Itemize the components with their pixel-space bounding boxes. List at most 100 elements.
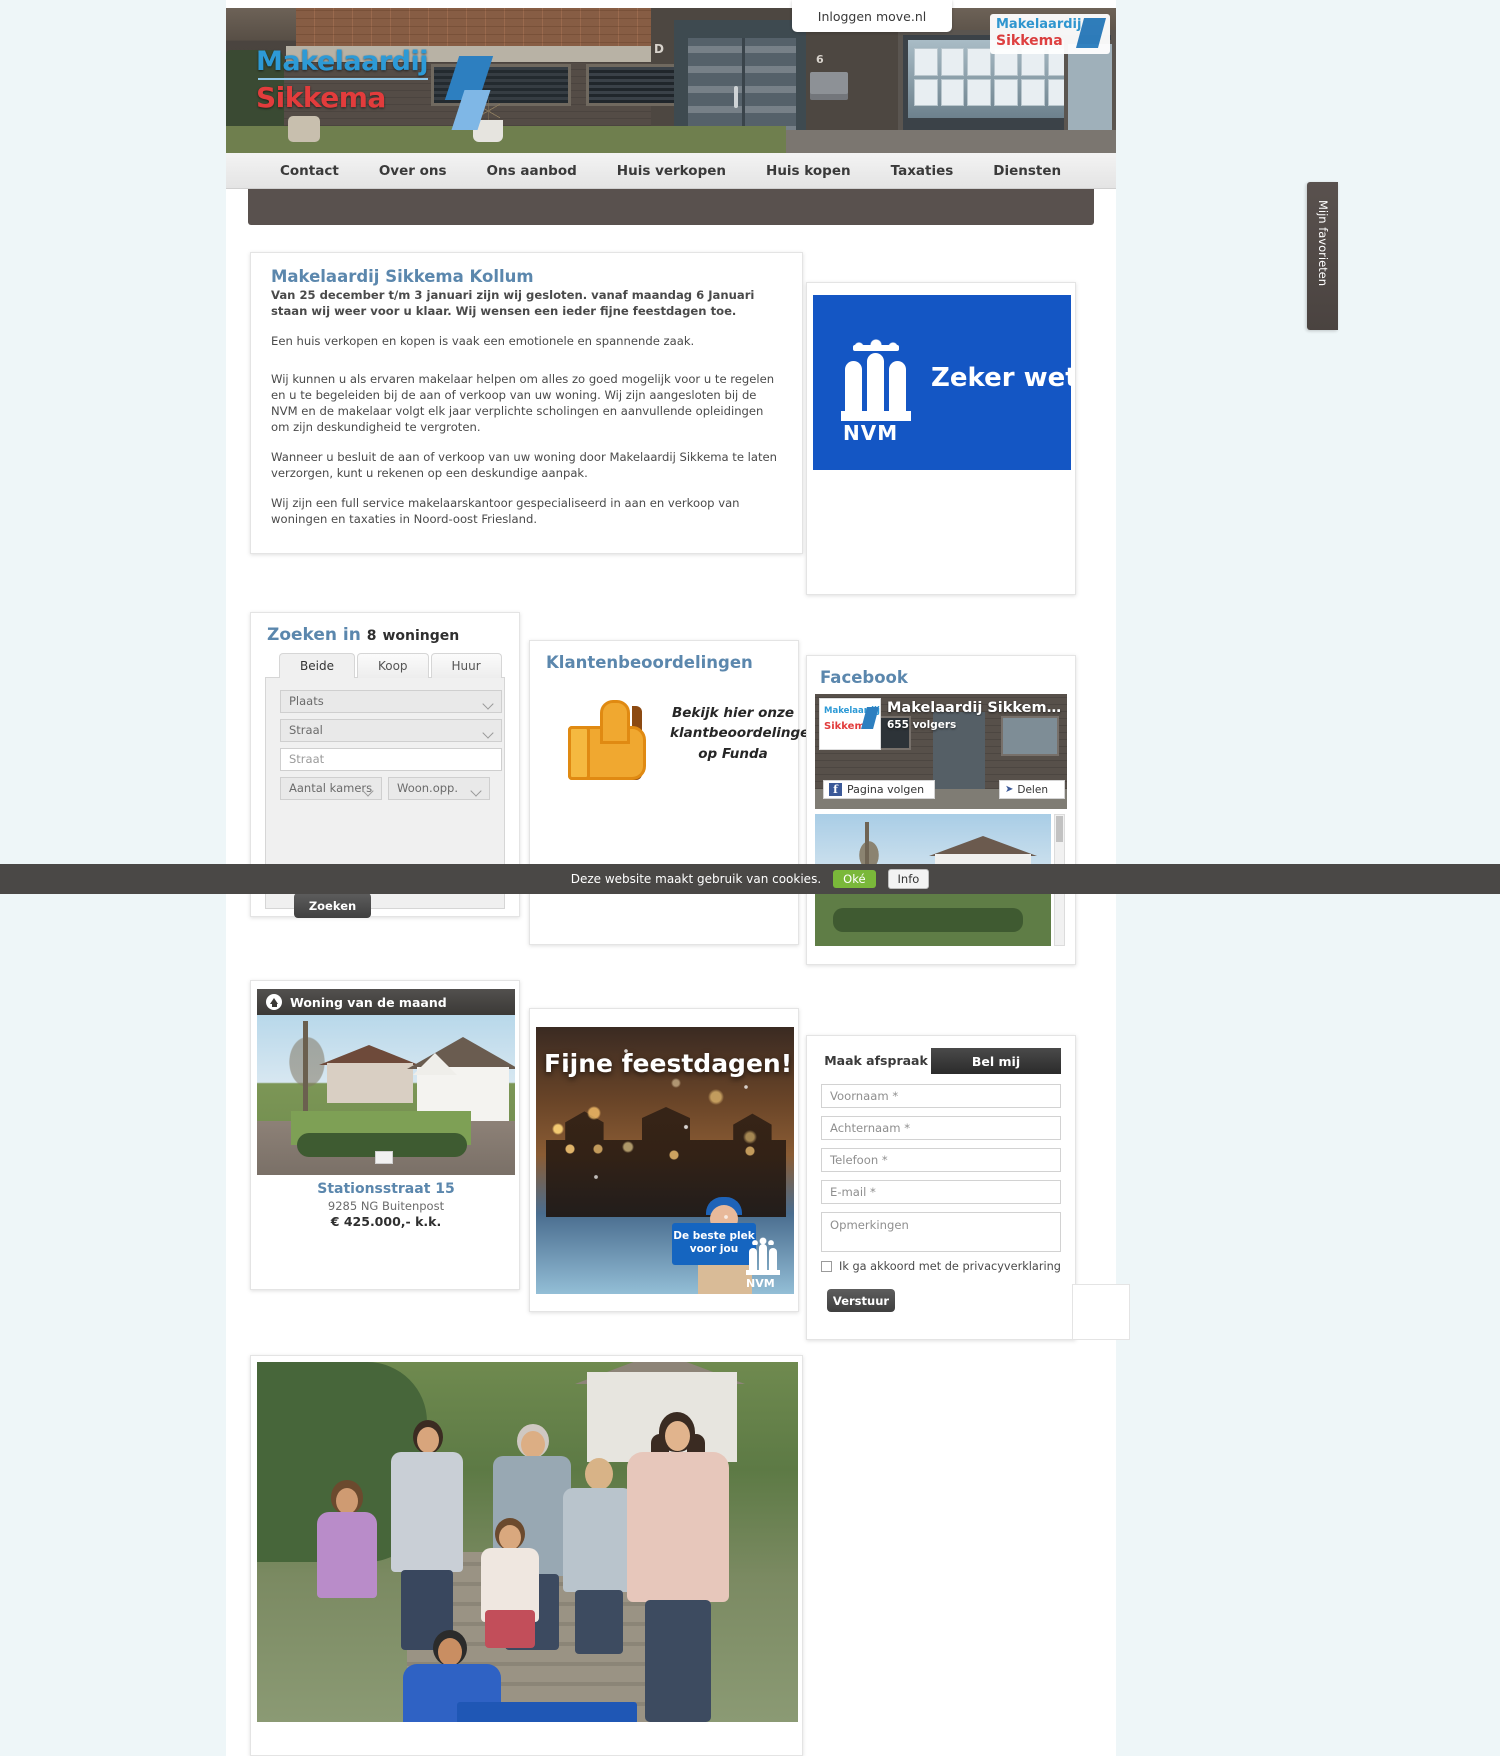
logo-rule (258, 78, 428, 80)
facebook-share-button[interactable]: ➤ Delen (999, 780, 1065, 799)
house-icon (266, 994, 282, 1010)
email-input[interactable]: E-mail * (821, 1180, 1061, 1204)
woonopp-select[interactable]: Woon.opp. (388, 777, 490, 800)
woning-zip-city: 9285 NG Buitenpost (327, 1199, 445, 1213)
facebook-title: Facebook (820, 668, 908, 687)
intro-card: Makelaardij Sikkema Kollum Van 25 decemb… (250, 252, 803, 554)
search-tabs: Beide Koop Huur (279, 653, 505, 678)
facebook-share-label: Delen (1017, 783, 1048, 796)
holiday-notice: Van 25 december t/m 3 januari zijn wij g… (271, 288, 755, 318)
woning-price: € 425.000,- k.k. (330, 1214, 442, 1229)
search-submit-button[interactable]: Zoeken (294, 893, 371, 918)
voornaam-input[interactable]: Voornaam * (821, 1084, 1061, 1108)
person-father (385, 1420, 469, 1650)
family-banner-button[interactable] (457, 1702, 637, 1722)
favorites-label: Mijn favorieten (1316, 199, 1330, 287)
intro-paragraph-2: Wij kunnen u als ervaren makelaar helpen… (271, 371, 775, 434)
privacy-checkbox[interactable] (821, 1261, 832, 1272)
site-logo[interactable]: Makelaardij Sikkema (256, 46, 496, 130)
privacy-consent-row[interactable]: Ik ga akkoord met de privacyverklaring (821, 1260, 1061, 1273)
plaats-select[interactable]: Plaats (280, 690, 502, 713)
reviews-cta-text[interactable]: Bekijk hier onze klantbeoordelingen op F… (670, 703, 819, 764)
nvm-banner[interactable]: NVM Zeker wet (813, 295, 1071, 470)
search-title-prefix: Zoeken in (267, 625, 361, 645)
christmas-banner-image[interactable]: Fijne feestdagen! De beste plek voor jou… (536, 1027, 794, 1294)
woning-card-header: Woning van de maand (257, 989, 515, 1015)
achternaam-input[interactable]: Achternaam * (821, 1116, 1061, 1140)
christmas-banner-card: Fijne feestdagen! De beste plek voor jou… (529, 1008, 799, 1312)
corner-logo-top: Makelaardij (996, 17, 1082, 32)
mailbox (810, 72, 848, 100)
contact-form-card: Maak afspraak Bel mij Voornaam * Achtern… (806, 1035, 1130, 1340)
nav-item-huis-verkopen[interactable]: Huis verkopen (597, 153, 746, 189)
sub-banner-bar (248, 189, 1094, 225)
door-number: 6 (816, 53, 824, 66)
facebook-follow-button[interactable]: f Pagina volgen (823, 780, 935, 799)
site-header-photo: D 6 Makelaardij Sikkema Makelaardij Sikk… (226, 8, 1116, 153)
nvm-claim-text: Zeker wet (931, 363, 1071, 393)
corner-logo-bottom: Sikkema (996, 33, 1063, 49)
nvm-logo-small-icon: NVM (742, 1236, 784, 1290)
nav-item-huis-kopen[interactable]: Huis kopen (746, 153, 871, 189)
favorites-side-tab[interactable]: Mijn favorieten (1307, 182, 1338, 330)
intro-paragraph-1: Een huis verkopen en kopen is vaak een e… (271, 333, 695, 348)
tab-bel-mij[interactable]: Bel mij (931, 1048, 1061, 1074)
aantal-kamers-select[interactable]: Aantal kamers (280, 777, 382, 800)
woning-address[interactable]: Stationsstraat 15 (251, 1181, 521, 1197)
nvm-small-wordmark: NVM (746, 1277, 775, 1290)
header-corner-logo: Makelaardij Sikkema (990, 14, 1110, 54)
facebook-f-icon: f (829, 783, 842, 796)
cookie-accept-button[interactable]: Oké (833, 870, 876, 888)
recaptcha-placeholder[interactable] (1072, 1284, 1130, 1340)
door-handle (734, 86, 738, 108)
reviews-card: Klantenbeoordelingen Bekijk hier onze kl… (529, 640, 819, 945)
facebook-page-name[interactable]: Makelaardij Sikkem… (887, 700, 1065, 716)
nvm-wordmark: NVM (843, 421, 899, 445)
tab-huur[interactable]: Huur (430, 653, 502, 678)
person-child-left (309, 1480, 383, 1630)
family-banner-image (257, 1362, 798, 1722)
opmerkingen-textarea[interactable]: Opmerkingen (821, 1212, 1061, 1252)
facebook-card: Facebook Makelaardij Sikkema Makelaardij… (806, 655, 1076, 965)
woning-header-label: Woning van de maand (290, 994, 447, 1010)
straat-input[interactable]: Straat (280, 748, 502, 771)
nav-item-contact[interactable]: Contact (260, 153, 359, 189)
tab-beide[interactable]: Beide (279, 653, 355, 678)
cookie-consent-bar: Deze website maakt gebruik van cookies. … (0, 864, 1500, 894)
verstuur-button[interactable]: Verstuur (827, 1289, 895, 1312)
nav-item-over-ons[interactable]: Over ons (359, 153, 467, 189)
facebook-follow-label: Pagina volgen (847, 783, 925, 796)
woning-van-de-maand-card[interactable]: Woning van de maand Stationsstraat 15 92… (250, 980, 520, 1290)
intro-paragraph-4: Wij zijn een full service makelaarskanto… (271, 495, 740, 526)
telefoon-input[interactable]: Telefoon * (821, 1148, 1061, 1172)
nvm-logo-icon: NVM (835, 335, 917, 445)
contact-form-tabs: Maak afspraak Bel mij (821, 1048, 1061, 1074)
person-woman (623, 1412, 733, 1722)
family-banner-card[interactable] (250, 1355, 803, 1756)
intro-paragraph-3: Wanneer u besluit de aan of verkoop van … (271, 449, 777, 480)
cookie-message: Deze website maakt gebruik van cookies. (570, 872, 822, 886)
nav-item-ons-aanbod[interactable]: Ons aanbod (467, 153, 597, 189)
scrollbar-thumb[interactable] (1056, 816, 1063, 842)
tab-maak-afspraak[interactable]: Maak afspraak (821, 1048, 931, 1074)
tab-koop[interactable]: Koop (356, 653, 429, 678)
facebook-follower-count: 655 volgers (887, 719, 957, 731)
straal-select[interactable]: Straal (280, 719, 502, 742)
intro-title: Makelaardij Sikkema Kollum (271, 267, 534, 286)
main-navigation: Contact Over ons Ons aanbod Huis verkope… (226, 153, 1116, 189)
privacy-label: Ik ga akkoord met de privacyverklaring (839, 1260, 1061, 1273)
search-title-suffix: woningen (382, 628, 460, 644)
search-row-extra: Aantal kamers Woon.opp. (280, 777, 490, 800)
nav-item-taxaties[interactable]: Taxaties (871, 153, 974, 189)
thumbs-up-icon (560, 694, 656, 786)
nvm-banner-card: NVM Zeker wet (806, 282, 1076, 595)
nav-item-diensten[interactable]: Diensten (973, 153, 1081, 189)
woning-photo[interactable] (257, 1015, 515, 1175)
cookie-info-button[interactable]: Info (887, 869, 930, 889)
share-arrow-icon: ➤ (1005, 784, 1014, 795)
door-letter: D (654, 42, 664, 56)
search-title: Zoeken in 8 woningen (267, 625, 505, 645)
person-child-right (475, 1518, 545, 1648)
reviews-title: Klantenbeoordelingen (546, 653, 753, 672)
login-move-nl-button[interactable]: Inloggen move.nl (792, 0, 952, 32)
